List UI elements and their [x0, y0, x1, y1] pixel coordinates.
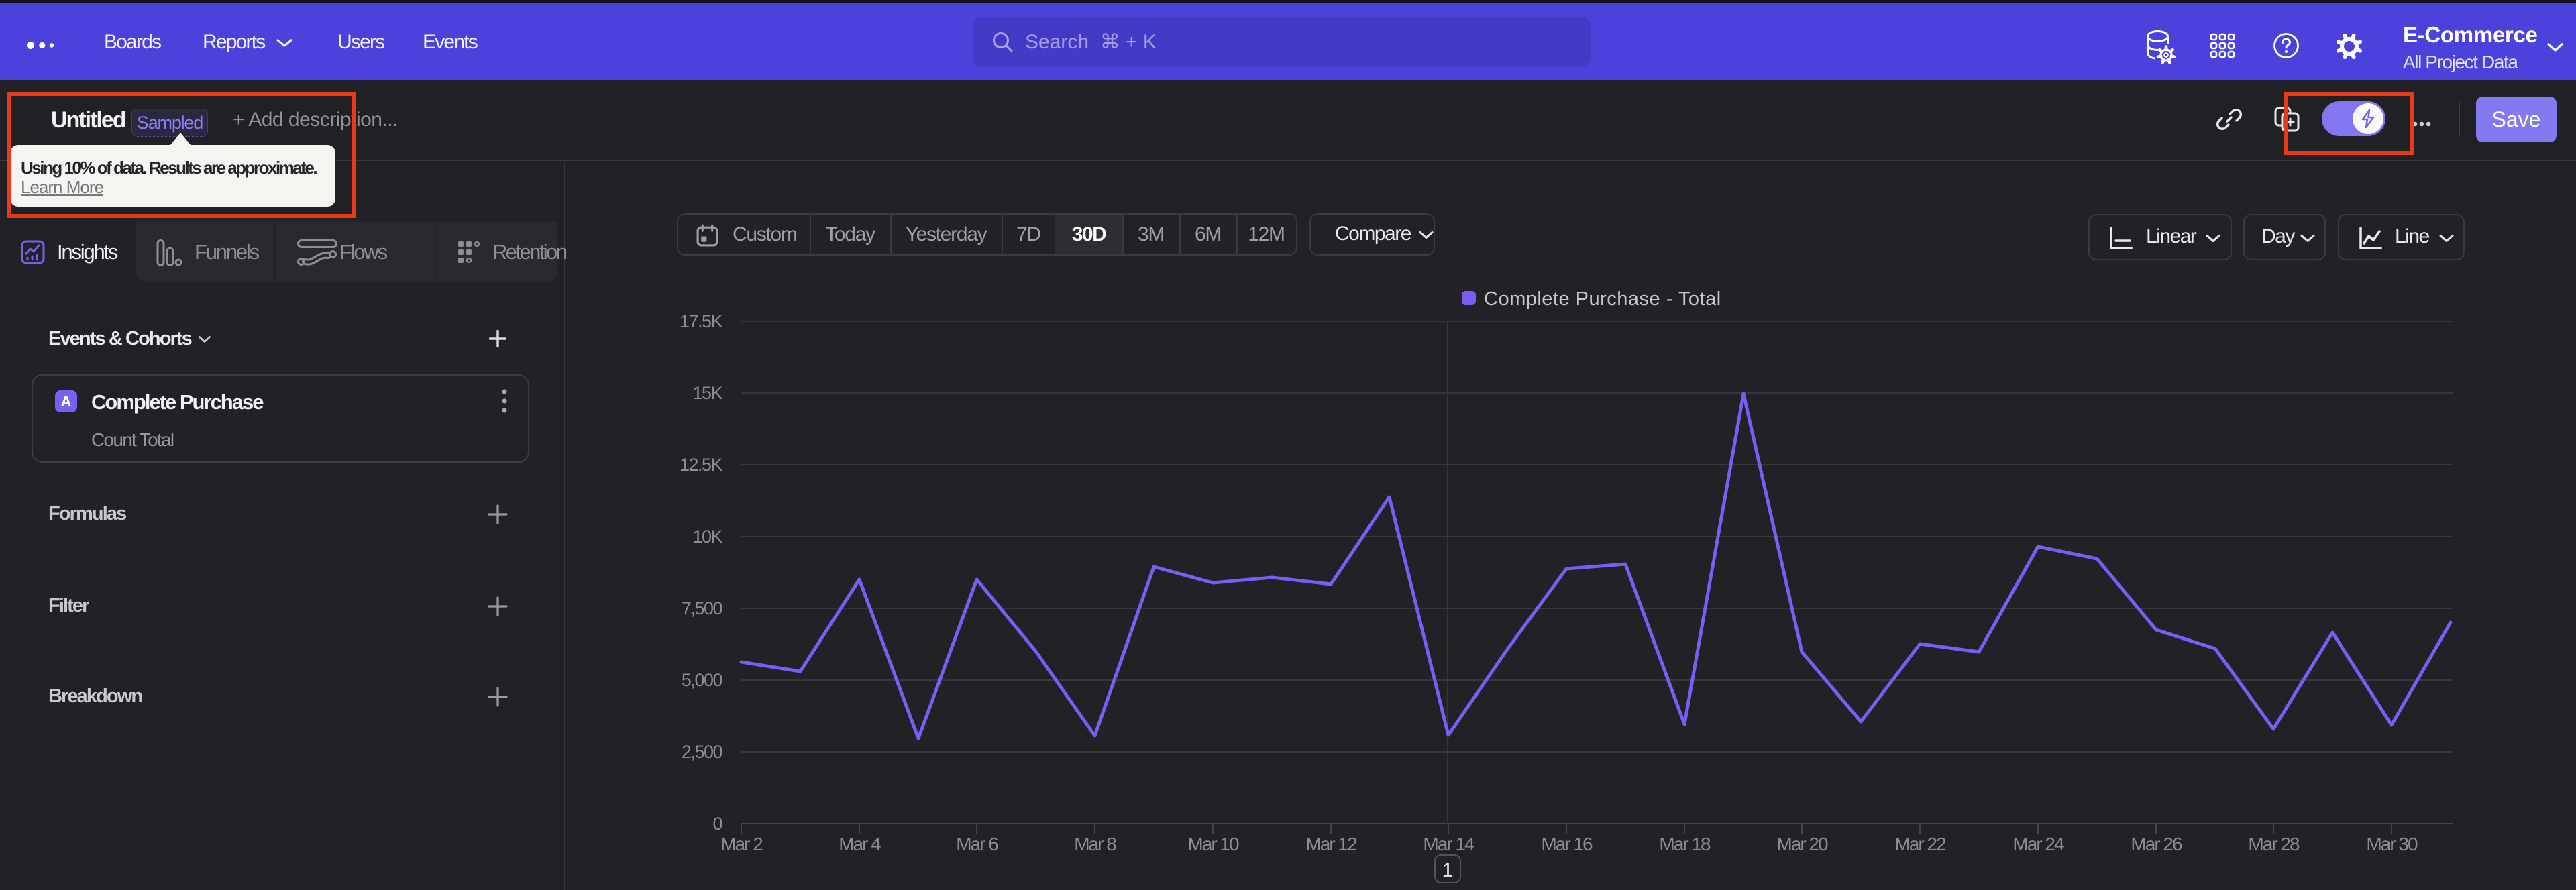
- svg-text:Mar 24: Mar 24: [2012, 834, 2064, 854]
- svg-text:Mar 2: Mar 2: [720, 834, 763, 854]
- svg-text:15K: 15K: [692, 383, 722, 403]
- svg-text:Mar 20: Mar 20: [1776, 834, 1828, 854]
- svg-text:Mar 18: Mar 18: [1659, 834, 1711, 854]
- svg-text:2,500: 2,500: [682, 742, 722, 762]
- svg-text:Mar 4: Mar 4: [839, 834, 881, 854]
- svg-text:Mar 30: Mar 30: [2366, 834, 2418, 854]
- svg-text:1: 1: [1442, 859, 1454, 881]
- svg-text:10K: 10K: [692, 526, 722, 547]
- svg-text:Mar 8: Mar 8: [1074, 834, 1116, 854]
- svg-text:Mar 10: Mar 10: [1187, 834, 1239, 854]
- svg-text:Mar 28: Mar 28: [2248, 834, 2300, 854]
- svg-text:Complete Purchase - Total: Complete Purchase - Total: [1484, 288, 1721, 310]
- svg-text:7,500: 7,500: [682, 598, 722, 618]
- svg-text:Mar 26: Mar 26: [2131, 834, 2182, 854]
- svg-text:Mar 6: Mar 6: [956, 834, 998, 854]
- svg-text:Mar 14: Mar 14: [1423, 834, 1474, 854]
- svg-text:Mar 12: Mar 12: [1305, 834, 1357, 854]
- svg-text:Mar 22: Mar 22: [1894, 834, 1946, 854]
- svg-text:12.5K: 12.5K: [680, 455, 723, 475]
- svg-text:17.5K: 17.5K: [680, 311, 723, 331]
- svg-text:0: 0: [712, 814, 722, 834]
- svg-text:5,000: 5,000: [682, 670, 722, 690]
- svg-text:Mar 16: Mar 16: [1541, 834, 1593, 854]
